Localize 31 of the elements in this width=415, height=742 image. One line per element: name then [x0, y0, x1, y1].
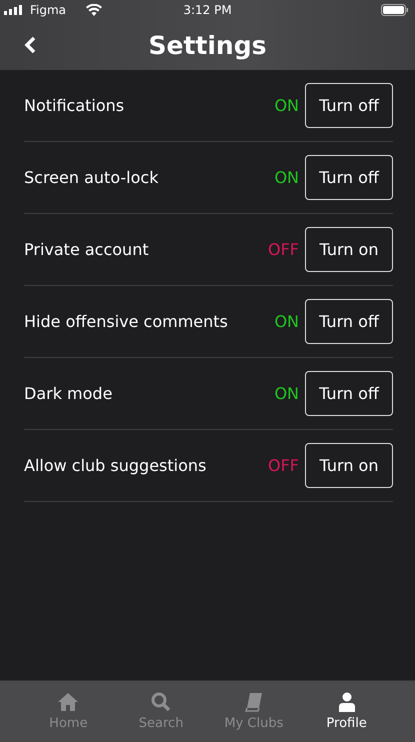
toggle-button[interactable]: Turn off: [305, 299, 393, 344]
setting-label: Dark mode: [24, 384, 114, 403]
carrier-name: Figma: [30, 3, 66, 17]
toggle-button[interactable]: Turn on: [305, 443, 393, 488]
setting-status: ON: [274, 168, 299, 187]
battery-icon: [381, 4, 409, 16]
setting-label: Private account: [24, 240, 150, 259]
back-button[interactable]: [22, 34, 38, 56]
toggle-button[interactable]: Turn off: [305, 155, 393, 200]
home-icon: [57, 692, 80, 712]
setting-status: ON: [274, 384, 299, 403]
setting-label: Screen auto-lock: [24, 168, 160, 187]
book-icon: [244, 692, 264, 712]
back-icon: [24, 36, 36, 54]
search-icon: [151, 692, 172, 712]
toggle-button[interactable]: Turn off: [305, 83, 393, 128]
signal-icon: [4, 5, 24, 15]
setting-label: Hide offensive comments: [24, 312, 229, 331]
wifi-icon: [86, 4, 102, 16]
toggle-button[interactable]: Turn on: [305, 227, 393, 272]
toggle-button[interactable]: Turn off: [305, 371, 393, 416]
setting-status: ON: [274, 96, 299, 115]
setting-status: ON: [274, 312, 299, 331]
person-icon: [338, 692, 356, 712]
tab-item[interactable]: Profile: [300, 681, 393, 742]
setting-status: OFF: [268, 456, 299, 475]
setting-label: Allow club suggestions: [24, 456, 208, 475]
setting-label: Notifications: [24, 96, 126, 115]
screen-title: Settings: [148, 30, 266, 60]
status-time: 3:12 PM: [183, 3, 232, 17]
setting-status: OFF: [268, 240, 299, 259]
